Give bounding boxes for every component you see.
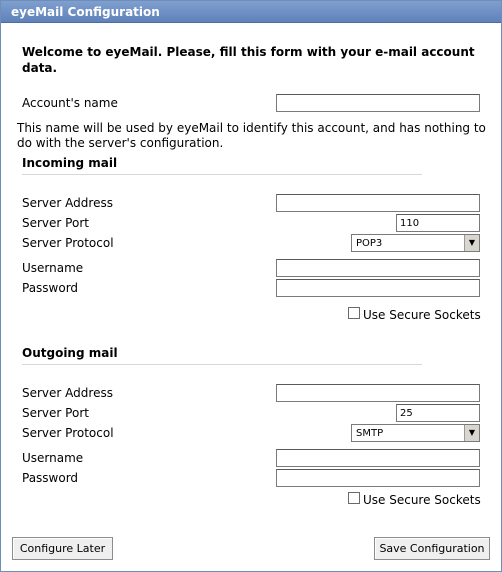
outgoing-server-address-input[interactable] (276, 384, 480, 402)
outgoing-server-protocol-select[interactable]: SMTP ▼ (351, 424, 480, 442)
outgoing-server-protocol-label: Server Protocol (22, 426, 114, 440)
incoming-server-port-input[interactable] (396, 214, 480, 232)
outgoing-username-label: Username (22, 451, 84, 465)
outgoing-secure-sockets-label: Use Secure Sockets (363, 493, 481, 507)
incoming-divider (22, 174, 422, 175)
incoming-username-label: Username (22, 261, 84, 275)
incoming-server-port-label: Server Port (22, 216, 89, 230)
outgoing-server-protocol-value: SMTP (356, 428, 384, 439)
incoming-password-input[interactable] (276, 279, 480, 297)
intro-text: Welcome to eyeMail. Please, fill this fo… (22, 45, 475, 75)
outgoing-server-port-input[interactable] (396, 404, 480, 422)
incoming-server-protocol-select[interactable]: POP3 ▼ (351, 234, 480, 252)
incoming-server-protocol-value: POP3 (356, 238, 383, 249)
incoming-server-address-label: Server Address (22, 196, 113, 210)
incoming-password-label: Password (22, 281, 79, 295)
outgoing-secure-sockets-checkbox[interactable] (348, 492, 360, 504)
outgoing-server-address-label: Server Address (22, 386, 113, 400)
outgoing-server-port-label: Server Port (22, 406, 89, 420)
config-window: eyeMail Configuration Welcome to eyeMail… (0, 0, 502, 572)
account-name-label: Account's name (22, 96, 118, 110)
account-name-description: This name will be used by eyeMail to ide… (17, 121, 486, 150)
incoming-server-protocol-label: Server Protocol (22, 236, 114, 250)
outgoing-password-input[interactable] (276, 469, 480, 487)
configure-later-button[interactable]: Configure Later (12, 537, 113, 560)
outgoing-divider (22, 364, 422, 365)
incoming-mail-heading: Incoming mail (22, 156, 118, 170)
chevron-down-icon[interactable]: ▼ (464, 425, 479, 441)
incoming-secure-sockets-label: Use Secure Sockets (363, 308, 481, 322)
incoming-server-address-input[interactable] (276, 194, 480, 212)
incoming-secure-sockets-checkbox[interactable] (348, 307, 360, 319)
chevron-down-icon[interactable]: ▼ (464, 235, 479, 251)
incoming-username-input[interactable] (276, 259, 480, 277)
outgoing-username-input[interactable] (276, 449, 480, 467)
outgoing-password-label: Password (22, 471, 79, 485)
outgoing-mail-heading: Outgoing mail (22, 346, 118, 360)
window-title: eyeMail Configuration (1, 1, 501, 23)
save-configuration-button[interactable]: Save Configuration (374, 537, 490, 560)
account-name-input[interactable] (276, 94, 480, 112)
